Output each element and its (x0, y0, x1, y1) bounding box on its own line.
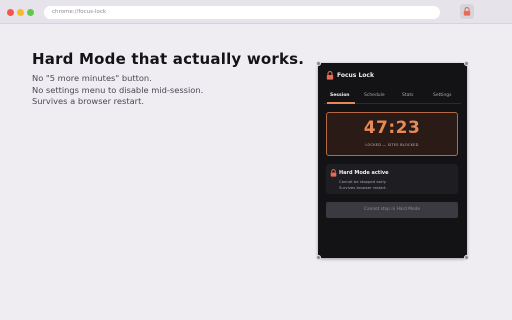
window-close-button[interactable] (7, 9, 14, 16)
hard-mode-note: Cannot be stopped early. (339, 179, 387, 184)
active-tab-indicator (327, 102, 355, 104)
feature-list: No "5 more minutes" button. No settings … (32, 73, 203, 108)
address-bar[interactable]: chrome://focus-lock (44, 6, 440, 19)
tab-bar: Session Schedule Stats Settings (324, 90, 461, 104)
lock-icon (330, 169, 337, 177)
tab-schedule[interactable]: Schedule (364, 93, 385, 98)
timer-status: LOCKED — SITES BLOCKED (365, 143, 419, 147)
lock-icon (463, 7, 471, 16)
hard-mode-note: Survives browser restart. (339, 185, 387, 190)
tab-settings[interactable]: Settings (433, 93, 451, 98)
countdown-timer: 47:23 (363, 118, 421, 138)
headline: Hard Mode that actually works. (32, 50, 305, 68)
browser-toolbar: chrome://focus-lock (0, 0, 512, 24)
extension-popup: Focus Lock Session Schedule Stats Settin… (316, 61, 469, 260)
resize-handle[interactable] (464, 255, 469, 260)
popup-title: Focus Lock (337, 72, 374, 79)
resize-handle[interactable] (316, 255, 321, 260)
window-maximize-button[interactable] (27, 9, 34, 16)
hard-mode-card: Hard Mode active Cannot be stopped early… (326, 164, 458, 194)
stop-session-button[interactable]: Cannot stop in Hard Mode (326, 202, 458, 218)
resize-handle[interactable] (316, 61, 321, 66)
lock-icon (326, 71, 334, 80)
tab-session[interactable]: Session (330, 93, 350, 98)
feature-line: No settings menu to disable mid-session. (32, 84, 204, 95)
timer-card: 47:23 LOCKED — SITES BLOCKED (326, 112, 458, 156)
feature-line: Survives a browser restart. (32, 96, 144, 106)
hard-mode-title: Hard Mode active (339, 170, 389, 176)
extension-button[interactable] (460, 4, 474, 19)
window-minimize-button[interactable] (17, 9, 24, 16)
resize-handle[interactable] (464, 61, 469, 66)
feature-line: No "5 more minutes" button. (32, 73, 152, 83)
tab-stats[interactable]: Stats (402, 93, 414, 98)
